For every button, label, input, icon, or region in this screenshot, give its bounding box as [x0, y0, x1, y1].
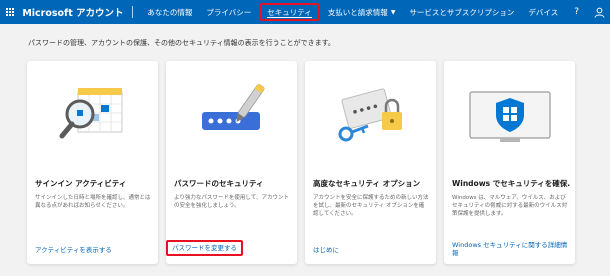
card-title: パスワードのセキュリティ [174, 179, 264, 188]
calendar-magnifier-icon [27, 61, 158, 166]
nav-your-info[interactable]: あなたの情報 [140, 0, 199, 24]
password-pen-icon [166, 61, 297, 166]
card-advanced-security: 高度なセキュリティ オプション アカウントを安全に保護するための新しい方法を試し… [305, 61, 436, 264]
key-lock-icon [305, 61, 436, 166]
card-description: Windows は、マルウェア、ウイルス、およびセキュリティの脅威に対する最新の… [452, 195, 568, 217]
app-launcher-icon[interactable] [0, 0, 20, 24]
card-title: Windows でセキュリティを確保... [452, 179, 570, 188]
card-windows-security: Windows でセキュリティを確保... Windows は、マルウェア、ウイ… [444, 61, 575, 264]
windows-security-learn-more-link[interactable]: Windows セキュリティに関する詳細情報 [452, 241, 570, 257]
card-signin-activity: サインイン アクティビティ サインインした日時と場所を確認し、通常とは異なる点が… [27, 61, 158, 264]
nav-devices[interactable]: デバイス [521, 0, 565, 24]
top-nav-bar: Microsoft アカウント あなたの情報 プライバシー セキュリティ 支払い… [0, 0, 610, 24]
card-password-security: パスワードのセキュリティ より強力なパスワードを使用して、アカウントの安全を強化… [166, 61, 297, 264]
nav-security[interactable]: セキュリティ [260, 3, 319, 21]
help-icon[interactable]: ? [565, 7, 588, 17]
card-title: サインイン アクティビティ [35, 179, 127, 188]
brand-title[interactable]: Microsoft アカウント [22, 5, 123, 19]
intro-text: パスワードの管理、アカウントの保護、その他のセキュリティ情報の表示を行うことがで… [28, 39, 335, 47]
nav-services-subscriptions[interactable]: サービスとサブスクリプション [402, 0, 521, 24]
get-started-link[interactable]: はじめに [313, 246, 431, 254]
card-title: 高度なセキュリティ オプション [313, 179, 421, 188]
main-nav: あなたの情報 プライバシー セキュリティ 支払いと請求情報 ▼ サービスとサブスク… [140, 0, 565, 24]
card-description: より強力なパスワードを使用して、アカウントの安全を強化しましょう。 [174, 195, 289, 209]
change-password-link[interactable]: パスワードを変更する [166, 240, 243, 256]
card-description: アカウントを安全に保護するための新しい方法を試し、最新のセキュリティ オプション… [313, 195, 429, 217]
card-description: サインインした日時と場所を確認し、通常とは異なる点があればお知らせください。 [35, 195, 151, 209]
nav-privacy[interactable]: プライバシー [199, 0, 258, 24]
chevron-down-icon: ▼ [390, 8, 396, 16]
nav-payment-billing[interactable]: 支払いと請求情報 ▼ [321, 0, 403, 24]
nav-divider [131, 6, 133, 18]
shield-monitor-icon [444, 61, 575, 166]
user-avatar-icon[interactable] [588, 0, 610, 24]
view-activity-link[interactable]: アクティビティを表示する [35, 246, 153, 254]
